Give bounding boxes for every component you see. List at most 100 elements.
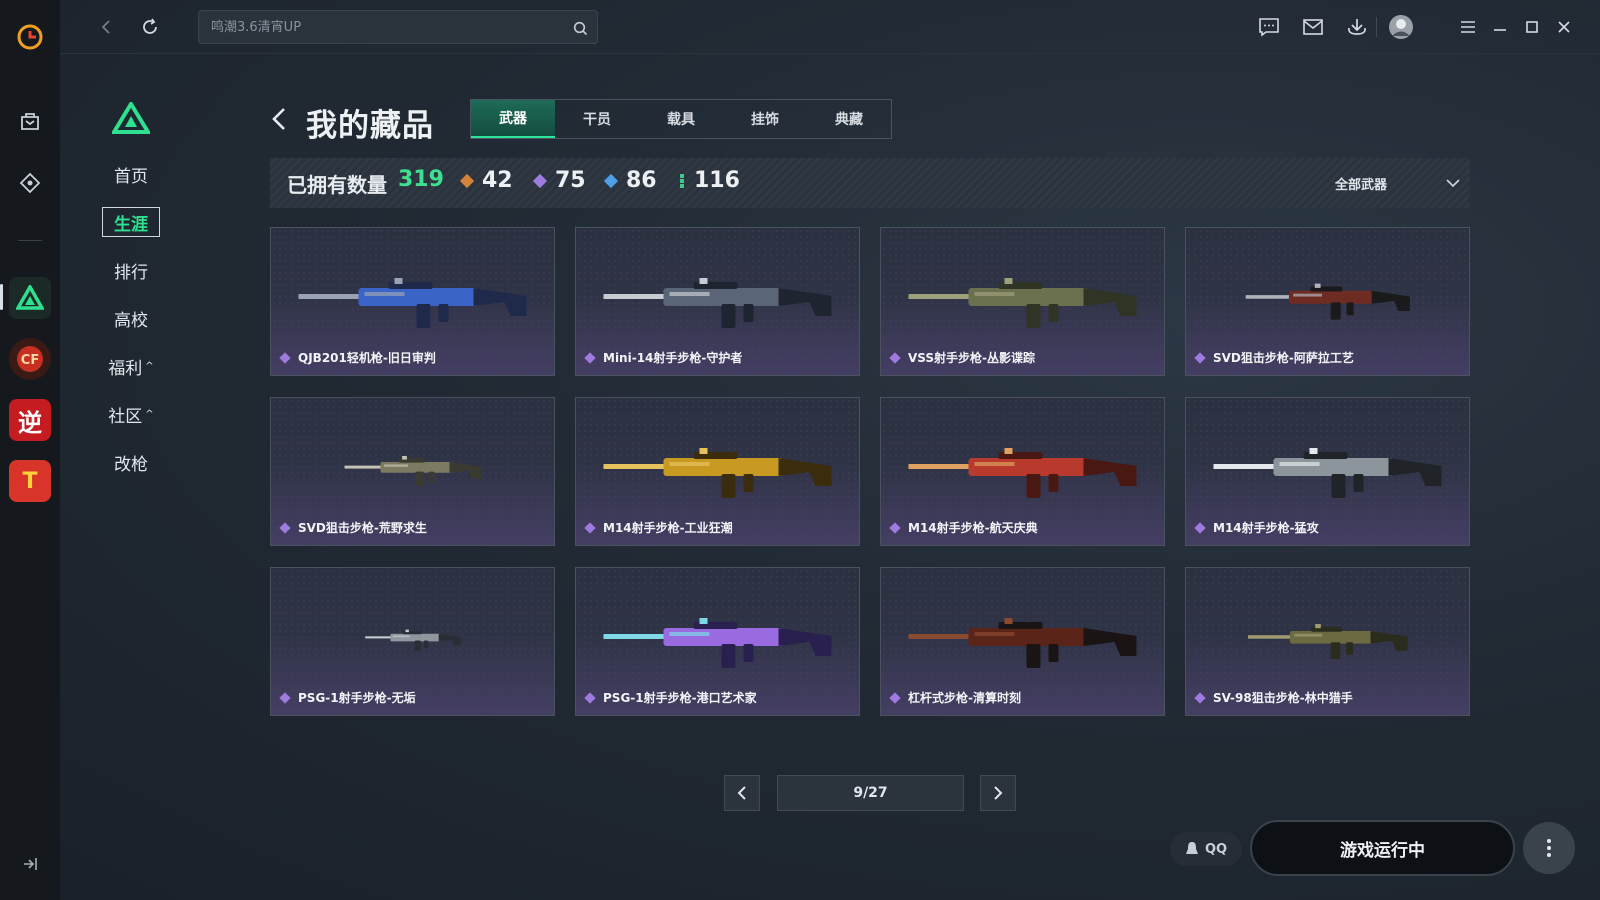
maximize-icon[interactable]: [1518, 13, 1546, 41]
nav-community[interactable]: 社区 ^: [102, 399, 160, 429]
weapon-name-label: PSG-1射手步枪-港口艺术家: [603, 691, 757, 705]
nav-welfare-label: 福利: [108, 358, 143, 379]
purple-rarity-icon: [1194, 521, 1206, 534]
weapon-card[interactable]: M14射手步枪-航天庆典: [880, 397, 1165, 546]
tab-collectibles[interactable]: 典藏: [807, 100, 891, 138]
discover-icon[interactable]: [9, 162, 51, 204]
nishuihan-glyph: 逆: [18, 408, 42, 437]
nav-home-label: 首页: [114, 166, 148, 187]
purple-rarity-icon: [279, 351, 291, 364]
nav-ranking-label: 排行: [114, 262, 148, 283]
nav-career[interactable]: 生涯: [102, 207, 160, 237]
weapon-name: 杠杆式步枪-清算时刻: [889, 689, 1021, 706]
tianya-glyph: T: [22, 468, 38, 494]
search-input[interactable]: [199, 11, 549, 43]
crossfire-icon[interactable]: CF: [9, 338, 51, 380]
expand-sidebar-icon[interactable]: [18, 852, 42, 876]
weapon-name-label: Mini-14射手步枪-守护者: [603, 351, 743, 365]
topbar-divider: [1376, 17, 1377, 37]
app-logo-icon[interactable]: [9, 16, 51, 58]
purple-rarity-icon: [1194, 691, 1206, 704]
minimize-icon[interactable]: [1486, 13, 1514, 41]
download-icon[interactable]: [1343, 13, 1371, 41]
weapon-card[interactable]: SV-98狙击步枪-林中猎手: [1185, 567, 1470, 716]
mail-icon[interactable]: [1299, 13, 1327, 41]
tab-charms[interactable]: 挂饰: [723, 100, 807, 138]
weapon-card[interactable]: PSG-1射手步枪-无垢: [270, 567, 555, 716]
page-back-icon[interactable]: [270, 104, 294, 134]
page-title: 我的藏品: [306, 108, 434, 144]
qq-penguin-icon: [1185, 842, 1198, 854]
weapon-name: M14射手步枪-工业狂潮: [584, 519, 733, 536]
nav-gunsmith-label: 改枪: [114, 454, 148, 475]
weapon-skin-image: [1213, 448, 1442, 498]
qq-label: QQ: [1204, 841, 1228, 857]
nav-career-label: 生涯: [114, 214, 148, 235]
weapon-name: M14射手步枪-猛攻: [1194, 519, 1319, 536]
weapon-name-label: SVD狙击步枪-荒野求生: [298, 521, 427, 535]
nav-community-label: 社区: [108, 406, 143, 427]
next-page-button[interactable]: [980, 775, 1016, 811]
purple-rarity-icon: [584, 351, 596, 364]
weapon-card[interactable]: VSS射手步枪-丛影谍踪: [880, 227, 1165, 376]
tianya-icon[interactable]: T: [9, 460, 51, 502]
blue-gem-icon: [603, 173, 619, 188]
weapon-card[interactable]: SVD狙击步枪-荒野求生: [270, 397, 555, 546]
game-running-button[interactable]: 游戏运行中: [1250, 820, 1515, 876]
tab-operators[interactable]: 干员: [555, 100, 639, 138]
weapon-card[interactable]: Mini-14射手步枪-守护者: [575, 227, 860, 376]
purple-gem-icon: [532, 173, 548, 188]
weapon-filter-dropdown[interactable]: 全部武器: [1335, 172, 1460, 194]
weapon-skin-image: [1248, 624, 1408, 659]
weapon-card[interactable]: QJB201轻机枪-旧日审判: [270, 227, 555, 376]
purple-rarity-icon: [889, 351, 901, 364]
user-avatar[interactable]: [1387, 13, 1415, 41]
owned-count-total: 319: [398, 167, 444, 192]
tab-vehicles[interactable]: 载具: [639, 100, 723, 138]
nav-gunsmith[interactable]: 改枪: [102, 447, 160, 477]
weapon-card[interactable]: M14射手步枪-工业狂潮: [575, 397, 860, 546]
page-indicator: 9/27: [777, 775, 964, 811]
chat-icon[interactable]: [1255, 13, 1283, 41]
store-bag-icon[interactable]: [9, 100, 51, 142]
back-nav-icon[interactable]: [92, 13, 120, 41]
qq-button[interactable]: QQ: [1170, 832, 1242, 866]
active-game-icon[interactable]: [9, 277, 51, 319]
weapon-name-label: M14射手步枪-猛攻: [1213, 521, 1319, 535]
weapon-card[interactable]: 杠杆式步枪-清算时刻: [880, 567, 1165, 716]
menu-icon[interactable]: [1454, 13, 1482, 41]
purple-rarity-icon: [279, 691, 291, 704]
weapon-skin-image: [344, 456, 482, 486]
nav-welfare[interactable]: 福利 ^: [102, 351, 160, 381]
weapon-name: PSG-1射手步枪-无垢: [279, 689, 416, 706]
nishuihan-icon[interactable]: 逆: [9, 399, 51, 441]
search-icon[interactable]: [569, 17, 591, 39]
nav-college-label: 高校: [114, 310, 148, 331]
tab-weapons[interactable]: 武器: [471, 100, 555, 138]
green-gem-icon: [680, 178, 684, 183]
close-icon[interactable]: [1550, 13, 1578, 41]
weapon-name: SV-98狙击步枪-林中猎手: [1194, 689, 1353, 706]
nav-home[interactable]: 首页: [102, 159, 160, 189]
more-options-icon[interactable]: [1523, 822, 1575, 874]
weapon-card[interactable]: PSG-1射手步枪-港口艺术家: [575, 567, 860, 716]
weapon-name-label: M14射手步枪-工业狂潮: [603, 521, 733, 535]
rarity-purple-count: 75: [532, 168, 586, 193]
weapon-name: SVD狙击步枪-阿萨拉工艺: [1194, 349, 1354, 366]
rarity-purple-value: 75: [555, 168, 586, 193]
weapon-card[interactable]: M14射手步枪-猛攻: [1185, 397, 1470, 546]
weapon-card[interactable]: SVD狙击步枪-阿萨拉工艺: [1185, 227, 1470, 376]
nav-ranking[interactable]: 排行: [102, 255, 160, 285]
gold-gem-icon: [459, 173, 475, 188]
purple-rarity-icon: [889, 521, 901, 534]
rarity-blue-value: 86: [626, 168, 657, 193]
purple-rarity-icon: [584, 521, 596, 534]
owned-count-label: 已拥有数量: [287, 173, 387, 197]
weapon-name-label: QJB201轻机枪-旧日审判: [298, 351, 436, 365]
rarity-blue-count: 86: [603, 168, 657, 193]
nav-college[interactable]: 高校: [102, 303, 160, 333]
purple-rarity-icon: [279, 521, 291, 534]
prev-page-button[interactable]: [724, 775, 760, 811]
purple-rarity-icon: [584, 691, 596, 704]
refresh-icon[interactable]: [136, 13, 164, 41]
